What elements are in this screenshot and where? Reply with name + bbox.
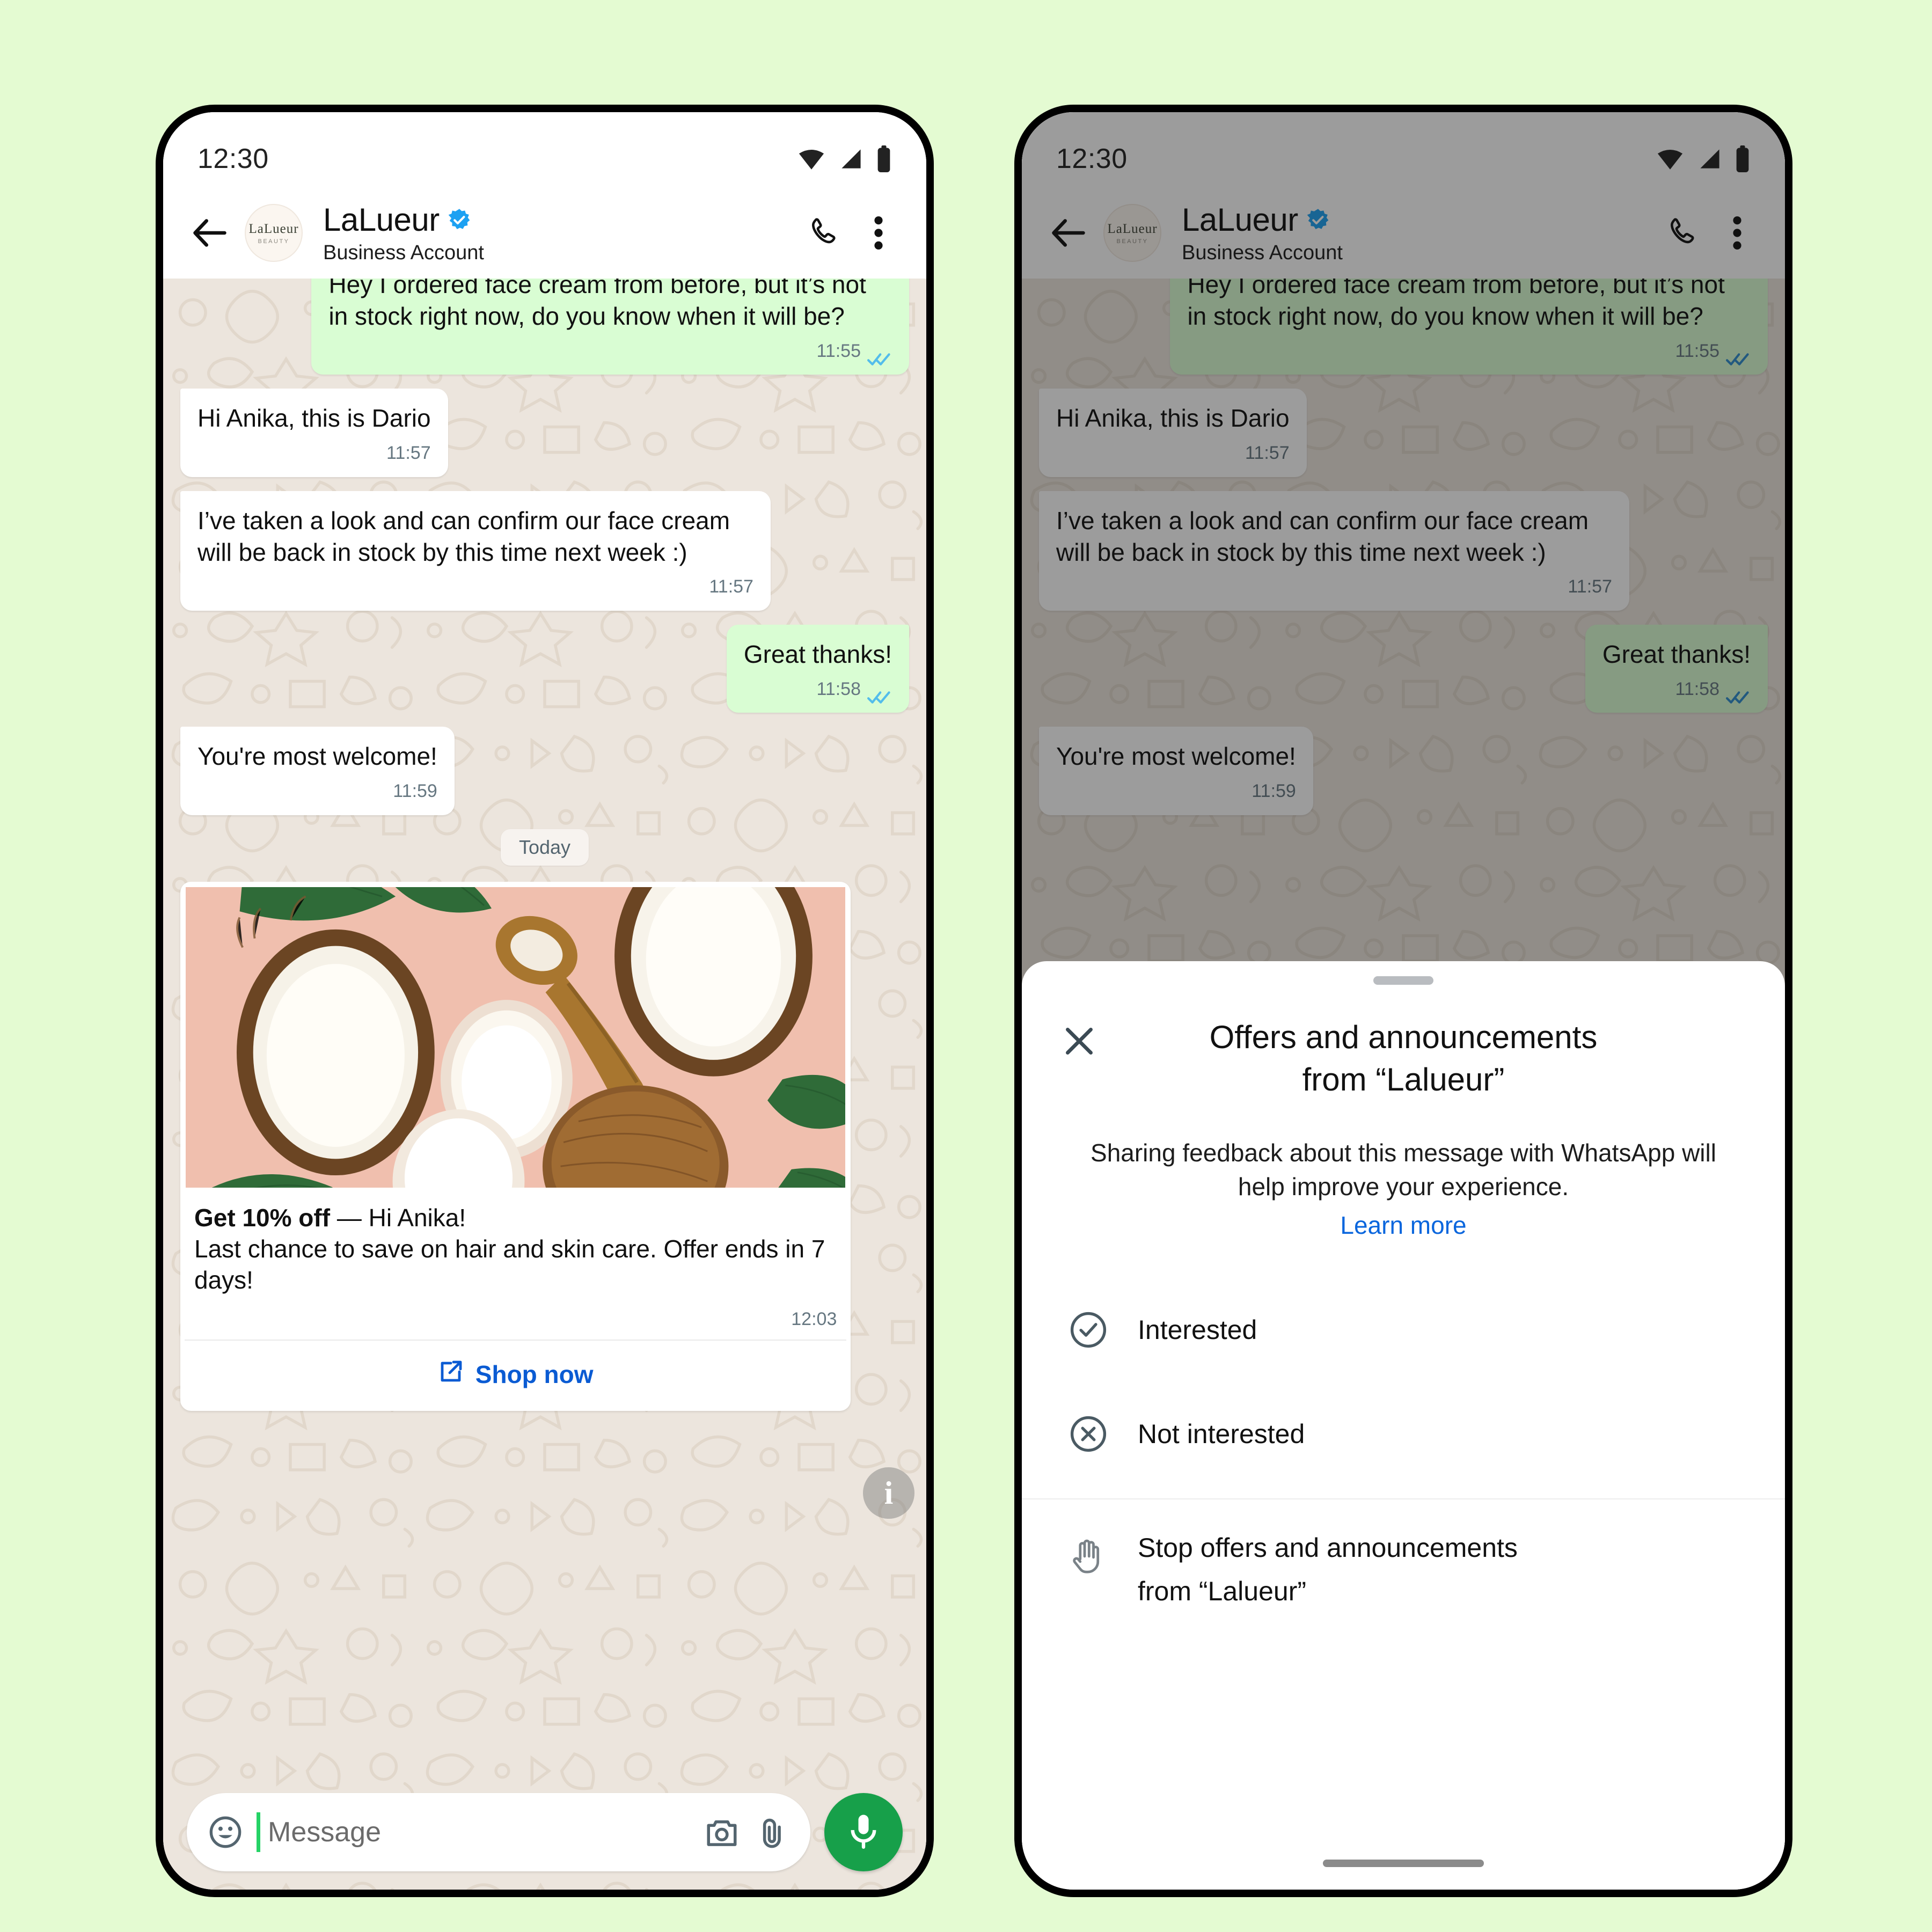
read-receipt-double-check-icon [867,682,892,704]
message-list: Hey I ordered face cream from before, bu… [163,279,926,1425]
paperclip-icon[interactable] [753,1814,789,1850]
message-text: I’ve taken a look and can confirm our fa… [197,506,730,566]
promo-card-row: Get 10% off — Hi Anika! Last chance to s… [180,881,909,1411]
promo-card-headline-rest: — Hi Anika! [330,1203,466,1232]
status-icons [796,145,892,172]
message-text: Hey I ordered face cream from before, bu… [328,279,866,330]
option-interested[interactable]: Interested [1022,1289,1785,1371]
wifi-icon [796,147,826,171]
promo-card-image [186,887,846,1188]
home-indicator [1323,1860,1484,1867]
avatar[interactable]: LaLueur BEAUTY [245,204,303,262]
battery-icon [876,145,892,172]
chat-body: Hey I ordered face cream from before, bu… [163,279,926,1890]
message-meta: 11:55 [816,340,892,365]
phone-right-screen: 12:30 LaLueur BEAUTY LaLueur Business Ac… [1022,112,1785,1890]
call-icon[interactable] [806,215,841,251]
overflow-menu-icon[interactable] [861,215,896,251]
sheet-title-line1: Offers and announcements [1209,1019,1598,1055]
text-cursor [257,1812,260,1852]
option-interested-label: Interested [1138,1314,1257,1345]
camera-icon[interactable] [704,1814,740,1850]
status-bar: 12:30 [163,112,926,187]
message-time: 11:57 [386,443,431,464]
search-input[interactable]: Message [268,1816,690,1848]
screenshot-stage: 12:30 LaLueur BEAUTY LaLueur Business Ac… [0,0,1932,1932]
sheet-description: Sharing feedback about this message with… [1091,1139,1716,1201]
message-text: Hi Anika, this is Dario [197,404,431,433]
option-not-interested-label: Not interested [1138,1418,1305,1449]
close-icon[interactable] [1059,1021,1099,1061]
feedback-options: Interested Not interested [1022,1289,1785,1475]
message-meta: 11:57 [386,442,431,465]
date-divider-label: Today [500,829,589,866]
promo-card-text: Last chance to save on hair and skin car… [194,1234,825,1294]
learn-more-link[interactable]: Learn more [1022,1211,1785,1240]
shop-now-button[interactable]: Shop now [180,1341,851,1411]
chat-header-actions [806,215,896,251]
read-receipt-double-check-icon [867,343,892,365]
message-row: Hi Anika, this is Dario 11:57 [180,389,909,477]
message-row: Hey I ordered face cream from before, bu… [180,279,909,375]
phone-left-screen: 12:30 LaLueur BEAUTY LaLueur Business Ac… [163,112,926,1890]
option-stop-offers-label: Stop offers and announcements from “Lalu… [1138,1531,1518,1609]
back-arrow-icon[interactable] [189,212,231,254]
emoji-smiley-icon[interactable] [208,1815,243,1849]
chat-header-text[interactable]: LaLueur Business Account [323,201,792,265]
message-text: Great thanks! [743,640,892,668]
chat-header-subtitle: Business Account [323,241,484,264]
sheet-title: Offers and announcements from “Lalueur” [1099,1016,1708,1101]
microphone-icon [843,1811,884,1854]
message-meta: 11:57 [709,575,753,599]
message-time: 11:58 [816,678,861,699]
cellular-signal-icon [838,147,864,171]
feedback-bottom-sheet: Offers and announcements from “Lalueur” … [1022,961,1785,1890]
voice-record-button[interactable] [824,1793,903,1871]
sheet-title-line2: from “Lalueur” [1302,1062,1505,1098]
message-time: 11:59 [393,781,437,802]
message-text: You're most welcome! [197,742,437,771]
promo-card-headline: Get 10% off — Hi Anika! [194,1203,837,1234]
promo-card-time: 12:03 [791,1308,837,1329]
promo-card-body: Get 10% off — Hi Anika! Last chance to s… [180,1193,851,1301]
external-link-icon [438,1359,464,1391]
message-row: I’ve taken a look and can confirm our fa… [180,491,909,611]
message-meta: 11:59 [393,780,437,803]
option-not-interested[interactable]: Not interested [1022,1393,1785,1475]
message-composer: Message [163,1793,926,1871]
message-bubble-incoming[interactable]: You're most welcome! 11:59 [180,727,455,815]
promo-info-badge[interactable]: i [863,1467,914,1519]
message-time: 11:55 [816,340,861,361]
phone-left: 12:30 LaLueur BEAUTY LaLueur Business Ac… [156,105,934,1897]
message-bubble-outgoing[interactable]: Hey I ordered face cream from before, bu… [311,279,909,375]
message-meta: 11:58 [816,678,892,704]
promo-card[interactable]: Get 10% off — Hi Anika! Last chance to s… [180,881,851,1411]
option-stop-offers[interactable]: Stop offers and announcements from “Lalu… [1022,1499,1785,1630]
verified-badge-icon [447,208,472,232]
message-row: Great thanks! 11:58 [180,624,909,713]
drag-handle[interactable] [1373,976,1433,985]
message-row: You're most welcome! 11:59 [180,727,909,815]
message-bubble-incoming[interactable]: I’ve taken a look and can confirm our fa… [180,491,771,611]
option-stop-offers-line1: Stop offers and announcements [1138,1533,1518,1563]
message-bubble-outgoing[interactable]: Great thanks! 11:58 [726,624,909,713]
status-time: 12:30 [197,143,269,174]
check-circle-icon [1068,1309,1109,1350]
raised-hand-icon [1068,1536,1109,1577]
chat-header: LaLueur BEAUTY LaLueur Business Account [163,187,926,279]
page-title: LaLueur [323,202,440,238]
shop-now-label: Shop now [475,1360,594,1389]
avatar-brand-sub: BEAUTY [258,238,290,245]
sheet-header: Offers and announcements from “Lalueur” [1022,985,1785,1101]
message-time: 11:57 [709,576,753,597]
message-bubble-incoming[interactable]: Hi Anika, this is Dario 11:57 [180,389,448,477]
x-circle-icon [1068,1414,1109,1454]
phone-right: 12:30 LaLueur BEAUTY LaLueur Business Ac… [1014,105,1792,1897]
promo-card-headline-bold: Get 10% off [194,1203,331,1232]
avatar-brand-name: LaLueur [248,221,299,236]
message-input-pill[interactable]: Message [187,1793,810,1871]
date-divider: Today [180,829,909,866]
option-stop-offers-line2: from “Lalueur” [1138,1576,1306,1607]
